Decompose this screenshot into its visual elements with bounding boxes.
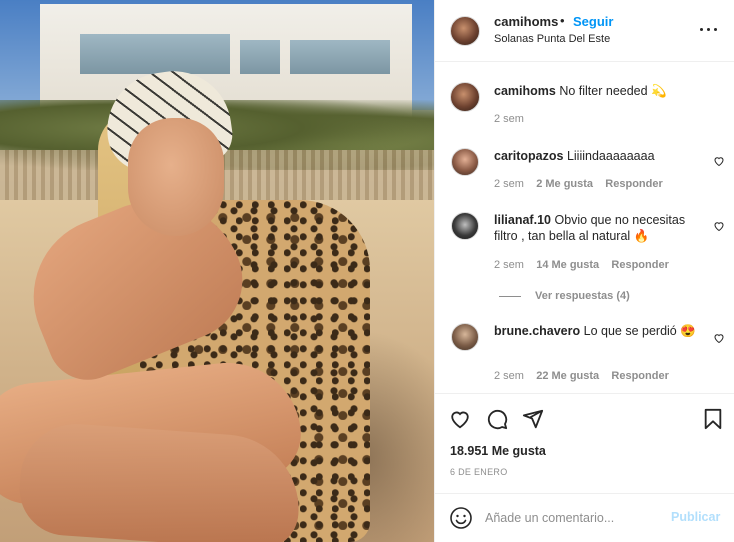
comment-avatar[interactable] xyxy=(451,148,479,176)
like-heart-icon[interactable] xyxy=(449,408,471,430)
comment-text: Lo que se perdió 😍 xyxy=(583,324,696,338)
comment: lilianaf.10 Obvio que no necesitas filtr… xyxy=(494,212,706,244)
follow-button[interactable]: Seguir xyxy=(573,14,613,29)
comment-avatar[interactable] xyxy=(451,323,479,351)
comment-like-heart-icon[interactable] xyxy=(713,220,725,232)
post-location[interactable]: Solanas Punta Del Este xyxy=(494,33,610,45)
author-avatar[interactable] xyxy=(450,16,480,46)
post-side-panel: camihoms • Seguir Solanas Punta Del Este… xyxy=(434,0,734,542)
comment-meta: 2 sem 14 Me gusta Responder xyxy=(494,259,669,271)
comment-composer: Publicar xyxy=(435,493,734,542)
header-separator: • xyxy=(560,13,565,28)
share-send-icon[interactable] xyxy=(522,408,544,430)
replies-divider-line xyxy=(499,295,521,297)
comment-username[interactable]: brune.chavero xyxy=(494,324,580,338)
caption-text: No filter needed 💫 xyxy=(559,84,667,98)
comment-time[interactable]: 2 sem xyxy=(494,370,524,382)
comment-avatar[interactable] xyxy=(451,212,479,240)
comment-username[interactable]: caritopazos xyxy=(494,149,563,163)
comment-input[interactable] xyxy=(485,506,665,530)
comment-meta: 2 sem 22 Me gusta Responder xyxy=(494,370,669,382)
comment-reply-button[interactable]: Responder xyxy=(611,370,668,382)
post-header: camihoms • Seguir Solanas Punta Del Este xyxy=(435,0,734,62)
more-options-icon[interactable] xyxy=(697,20,721,40)
smiley-icon[interactable] xyxy=(449,506,473,530)
comment-meta: 2 sem 2 Me gusta Responder xyxy=(494,178,663,190)
post-photo[interactable] xyxy=(0,0,434,542)
comment-like-heart-icon[interactable] xyxy=(713,155,725,167)
comment-like-heart-icon[interactable] xyxy=(713,332,725,344)
comment-bubble-icon[interactable] xyxy=(486,408,508,430)
author-username[interactable]: camihoms xyxy=(494,14,558,29)
comment-time[interactable]: 2 sem xyxy=(494,259,524,271)
comment-time[interactable]: 2 sem xyxy=(494,178,524,190)
caption: camihoms No filter needed 💫 xyxy=(494,83,706,99)
comment-username[interactable]: lilianaf.10 xyxy=(494,213,551,227)
post-date[interactable]: 6 DE ENERO xyxy=(450,467,508,477)
publish-button[interactable]: Publicar xyxy=(671,510,720,524)
photo-face xyxy=(128,118,224,236)
comment: caritopazos Liiiindaaaaaaaa xyxy=(494,148,706,164)
caption-time[interactable]: 2 sem xyxy=(494,113,524,125)
save-bookmark-icon[interactable] xyxy=(703,408,723,430)
view-replies-button[interactable]: Ver respuestas (4) xyxy=(499,290,630,302)
caption-avatar[interactable] xyxy=(450,82,480,112)
comment-likes[interactable]: 22 Me gusta xyxy=(536,370,599,382)
comment-likes[interactable]: 14 Me gusta xyxy=(536,259,599,271)
comment-reply-button[interactable]: Responder xyxy=(605,178,662,190)
like-count[interactable]: 18.951 Me gusta xyxy=(450,444,546,458)
comment-text: Liiiindaaaaaaaa xyxy=(566,149,655,163)
comment-reply-button[interactable]: Responder xyxy=(611,259,668,271)
view-replies-label: Ver respuestas (4) xyxy=(535,290,630,302)
comment-likes[interactable]: 2 Me gusta xyxy=(536,178,593,190)
caption-username[interactable]: camihoms xyxy=(494,84,556,98)
comment: brune.chavero Lo que se perdió 😍 xyxy=(494,323,706,339)
post-actions: 18.951 Me gusta 6 DE ENERO xyxy=(435,393,734,493)
